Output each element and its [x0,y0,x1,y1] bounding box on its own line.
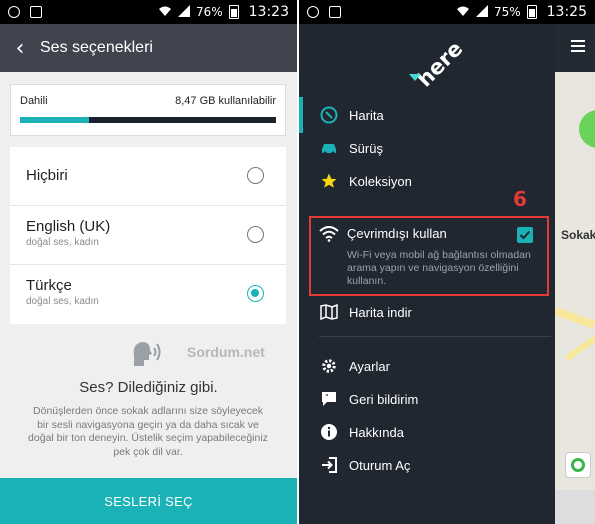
logo-triangle [409,74,421,81]
radio-button[interactable] [247,167,264,184]
car-icon [319,138,339,158]
map-bottom-bar [555,490,595,524]
menu-label: Hakkında [349,424,404,440]
app-header: ‹ Ses seçenekleri [0,24,297,72]
menu-label: Oturum Aç [349,457,411,473]
map-road [564,333,595,361]
voice-description: doğal ses, kadın [26,237,99,248]
map-road [555,307,595,329]
menu-item-feedback[interactable]: " Geri bildirim [319,385,418,413]
voice-options-screen: 76% 13:23 ‹ Ses seçenekleri Dahili 8,47 … [0,0,297,524]
back-arrow-icon[interactable]: ‹ [0,36,40,61]
battery-icon [526,5,537,19]
menu-item-drive[interactable]: Sürüş [319,134,383,162]
storage-label: Dahili [20,95,48,107]
status-bar: 75% 13:25 [299,0,595,24]
radio-button-selected[interactable] [247,285,264,302]
selected-indicator [299,97,303,133]
side-menu: here Harita Sürüş Koleksiyon 6 Çevrimdış… [299,24,555,524]
voice-name: Türkçe [26,277,72,294]
map-location-marker [579,110,595,148]
menu-item-download-map[interactable]: Harita indir [319,298,412,326]
menu-divider [319,336,551,337]
voice-option-none[interactable]: Hiçbiri [10,147,286,206]
hamburger-icon[interactable] [571,40,585,52]
menu-item-collection[interactable]: Koleksiyon [319,167,412,195]
offline-label: Çevrimdışı kullan [347,226,447,241]
menu-item-map[interactable]: Harita [319,101,384,129]
svg-text:": " [325,393,329,402]
voice-name: English (UK) [26,218,111,235]
map-toolbar [555,24,595,72]
wifi-icon [456,5,470,20]
offline-description: Wi-Fi veya mobil ağ bağlantısı olmadan a… [347,249,531,287]
storage-indicator: Dahili 8,47 GB kullanılabilir [10,84,286,136]
watermark: Sordum.net [187,344,265,360]
menu-label: Ayarlar [349,358,390,374]
offline-mode-highlight: Çevrimdışı kullan Wi-Fi veya mobil ağ ba… [309,216,549,296]
menu-item-sign-in[interactable]: Oturum Aç [319,451,410,479]
menu-label: Sürüş [349,140,383,156]
signal-icon [475,4,488,20]
here-logo: here [407,36,467,92]
speaking-head-icon [130,338,164,368]
info-icon [319,422,339,442]
wifi-icon [158,5,172,20]
storage-bar-fill [20,117,90,123]
screenshot-root: 76% 13:23 ‹ Ses seçenekleri Dahili 8,47 … [0,0,595,524]
voice-option-turkish[interactable]: Türkçe doğal ses, kadın [10,265,286,324]
annotation-number: 6 [513,187,527,211]
voice-description: doğal ses, kadın [26,296,99,307]
offline-checkbox[interactable] [517,227,533,243]
gallery-icon [30,6,42,18]
locate-icon [571,458,585,472]
sign-in-icon [319,455,339,475]
map-download-icon [319,302,339,322]
storage-bar [20,117,276,123]
voice-name: Hiçbiri [26,167,68,184]
status-bar: 76% 13:23 [0,0,297,24]
menu-item-about[interactable]: Hakkında [319,418,404,446]
clock: 13:25 [546,4,587,20]
menu-label: Harita indir [349,304,412,320]
map-street-label: Sokak [561,228,595,242]
menu-item-settings[interactable]: Ayarlar [319,352,390,380]
voice-list: Hiçbiri English (UK) doğal ses, kadın Tü… [10,147,286,324]
choose-voices-button[interactable]: SESLERİ SEÇ [0,478,297,524]
compass-icon [319,105,339,125]
wifi-icon [319,226,339,244]
menu-label: Koleksiyon [349,173,412,189]
menu-label: Harita [349,107,384,123]
gallery-icon [329,6,341,18]
star-icon [319,171,339,191]
locate-me-button[interactable] [565,452,591,478]
voice-option-english[interactable]: English (UK) doğal ses, kadın [10,206,286,265]
check-icon [519,230,531,240]
battery-percent: 76% [195,5,223,19]
gear-icon [319,356,339,376]
promo-description: Dönüşlerden önce sokak adlarını size söy… [28,405,268,458]
map-preview[interactable]: Sokak [555,24,595,524]
promo-title: Ses? Dilediğiniz gibi. [79,379,218,396]
sync-icon [307,6,319,18]
storage-available: 8,47 GB kullanılabilir [175,95,276,107]
signal-icon [177,4,190,20]
page-title: Ses seçenekleri [40,39,153,56]
clock: 13:23 [248,4,289,20]
radio-button[interactable] [247,226,264,243]
here-menu-screen: 75% 13:25 here Harita Sürüş Koleksiyon 6… [299,0,595,524]
sync-icon [8,6,20,18]
battery-percent: 75% [493,5,521,19]
battery-icon [228,5,239,19]
menu-label: Geri bildirim [349,391,419,407]
feedback-icon: " [319,389,339,409]
